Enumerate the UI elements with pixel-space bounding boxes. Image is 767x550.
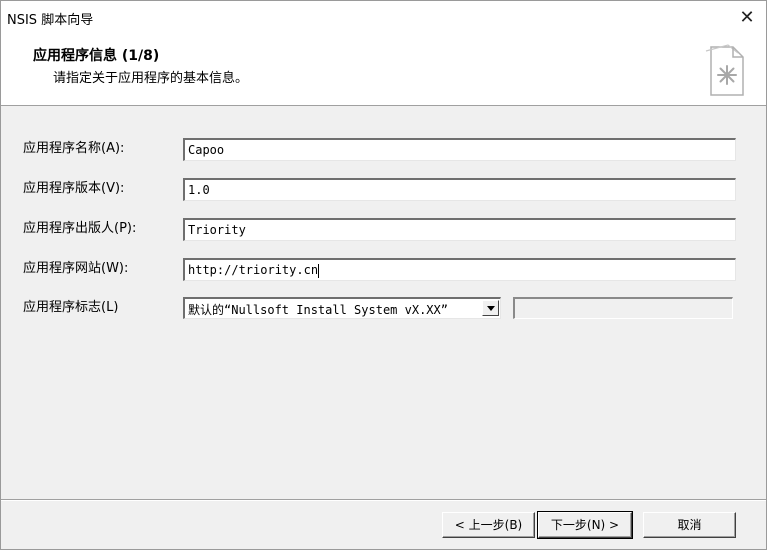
app-website-label: 应用程序网站(W):: [23, 261, 129, 276]
page-title: 应用程序信息 (1/8): [33, 48, 160, 64]
cancel-button[interactable]: 取消: [643, 512, 736, 538]
next-button[interactable]: 下一步(N) >: [537, 511, 633, 539]
wizard-window: NSIS 脚本向导 ✕ 应用程序信息 (1/8) 请指定关于应用程序的基本信息。…: [0, 0, 767, 550]
app-version-field[interactable]: 1.0: [183, 178, 736, 201]
footer-divider: [1, 499, 766, 501]
app-version-label: 应用程序版本(V):: [23, 181, 125, 196]
next-button-label: 下一步(N) >: [550, 518, 620, 532]
title-bar: NSIS 脚本向导 ✕: [1, 1, 766, 35]
wizard-header: 应用程序信息 (1/8) 请指定关于应用程序的基本信息。: [1, 35, 766, 106]
wizard-document-icon: [705, 44, 744, 96]
chevron-down-icon[interactable]: [482, 300, 499, 316]
branding-custom-field: [513, 297, 733, 319]
cancel-button-label: 取消: [677, 518, 702, 532]
app-name-label: 应用程序名称(A):: [23, 141, 125, 156]
app-name-value: Capoo: [188, 143, 225, 157]
close-button[interactable]: ✕: [734, 5, 760, 31]
page-subtitle: 请指定关于应用程序的基本信息。: [53, 71, 249, 86]
branding-dropdown[interactable]: 默认的“Nullsoft Install System vX.XX”: [183, 297, 501, 319]
close-icon: ✕: [739, 7, 755, 28]
back-button[interactable]: < 上一步(B): [442, 512, 535, 538]
app-name-field[interactable]: Capoo: [183, 138, 736, 161]
app-publisher-value: Triority: [188, 223, 246, 237]
app-publisher-label: 应用程序出版人(P):: [23, 221, 137, 236]
app-website-field[interactable]: http://triority.cn: [183, 258, 736, 281]
branding-selected-value: 默认的“Nullsoft Install System vX.XX”: [188, 303, 448, 317]
app-website-value: http://triority.cn: [188, 263, 319, 277]
app-publisher-field[interactable]: Triority: [183, 218, 736, 241]
app-version-value: 1.0: [188, 183, 210, 197]
text-caret: [318, 263, 320, 278]
back-button-label: < 上一步(B): [454, 518, 523, 532]
window-title: NSIS 脚本向导: [7, 13, 94, 28]
app-branding-label: 应用程序标志(L): [23, 300, 119, 315]
